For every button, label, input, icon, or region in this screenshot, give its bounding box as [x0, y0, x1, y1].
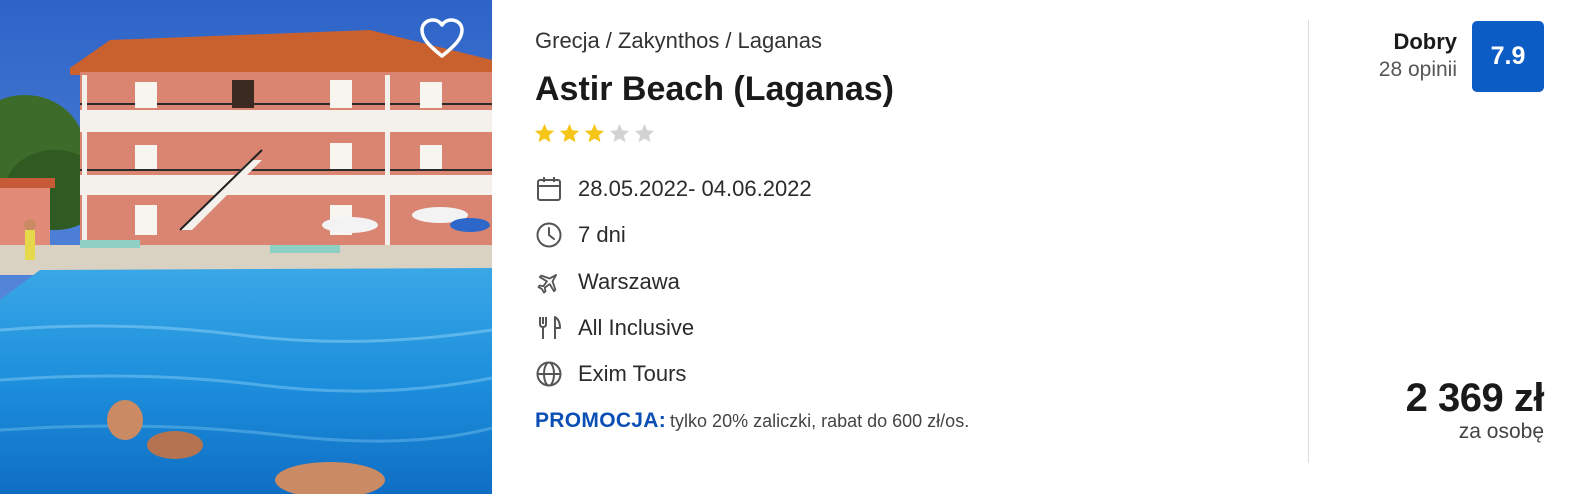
breadcrumb: Grecja / Zakynthos / Laganas [535, 28, 822, 54]
feature-board-text: All Inclusive [578, 315, 695, 340]
star-icon [534, 123, 555, 143]
hotel-photo[interactable] [0, 0, 492, 494]
breadcrumb-separator: / [605, 28, 612, 53]
star-icon [559, 123, 580, 143]
feature-dates-text: 28.05.2022- 04.06.2022 [578, 176, 812, 201]
breadcrumb-city[interactable]: Laganas [738, 28, 822, 53]
price: 2 369 zł [1405, 376, 1545, 420]
star-icon [634, 123, 655, 143]
hotel-star-rating [533, 122, 656, 145]
feature-departure-text: Warszawa [578, 269, 680, 294]
promo-text: tylko 20% zaliczki, rabat do 600 zł/os. [670, 411, 970, 431]
review-count[interactable]: 28 opinii [1379, 56, 1457, 84]
divider [1308, 20, 1309, 463]
feature-departure: Warszawa [535, 266, 680, 298]
breadcrumb-country[interactable]: Grecja [535, 28, 600, 53]
star-icon [584, 123, 605, 143]
rating-summary[interactable]: Dobry 28 opinii [1379, 28, 1457, 84]
star-icon [609, 123, 630, 143]
hotel-photo-image [0, 0, 492, 494]
feature-operator-text: Exim Tours [578, 361, 687, 386]
offer-card[interactable]: Grecja / Zakynthos / Laganas Astir Beach (La… [0, 0, 1584, 494]
feature-operator: Exim Tours [535, 358, 686, 390]
promo-label: PROMOCJA: [535, 409, 667, 432]
favorite-heart-icon[interactable] [418, 16, 466, 60]
breadcrumb-separator: / [725, 28, 732, 53]
feature-duration-text: 7 dni [578, 222, 626, 247]
rating-score-badge: 7.9 [1472, 21, 1544, 92]
price-per-person: za osobę [1458, 420, 1544, 443]
clock-icon [535, 221, 563, 249]
feature-dates: 28.05.2022- 04.06.2022 [535, 173, 812, 205]
feature-duration: 7 dni [535, 219, 626, 251]
breadcrumb-region[interactable]: Zakynthos [618, 28, 720, 53]
hotel-name[interactable]: Astir Beach (Laganas) [535, 70, 894, 109]
cutlery-icon [535, 314, 563, 342]
plane-icon [535, 268, 563, 296]
feature-board: All Inclusive [535, 312, 694, 344]
calendar-icon [535, 175, 563, 203]
promo: PROMOCJA: tylko 20% zaliczki, rabat do 60… [535, 409, 969, 433]
globe-icon [535, 360, 563, 388]
rating-label: Dobry [1393, 29, 1457, 54]
